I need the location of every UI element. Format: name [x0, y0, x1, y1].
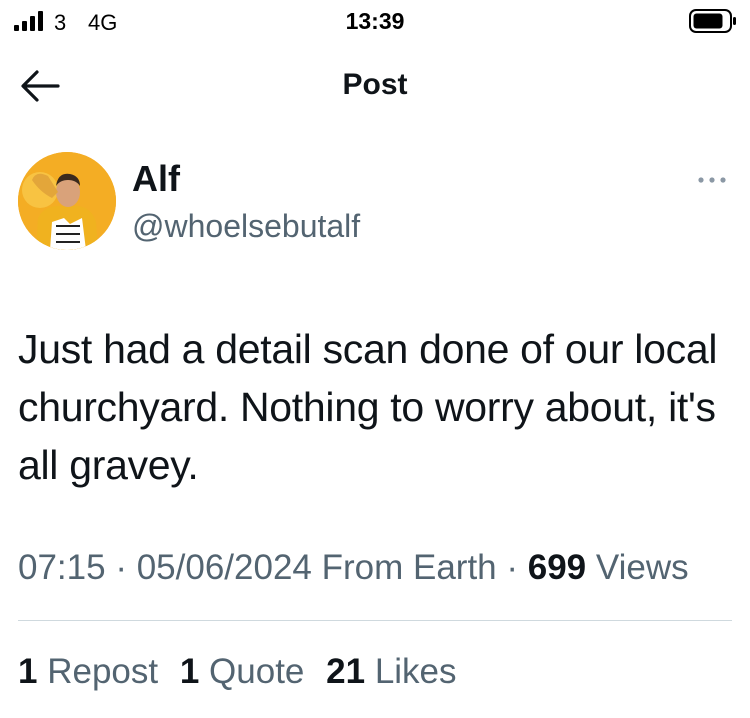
reposts-count: 1 — [18, 652, 38, 691]
reposts-stat[interactable]: 1 Repost — [18, 652, 158, 692]
views-label[interactable]: Views — [586, 548, 689, 587]
reposts-label: Repost — [47, 652, 159, 691]
post-date[interactable]: 05/06/2024 — [137, 548, 312, 587]
likes-stat[interactable]: 21 Likes — [326, 652, 456, 692]
quotes-label: Quote — [209, 652, 305, 691]
divider — [18, 620, 732, 621]
post-time[interactable]: 07:15 — [18, 548, 106, 587]
meta-separator: · — [105, 548, 137, 587]
more-options-icon[interactable] — [694, 168, 730, 192]
nav-bar: Post — [0, 54, 750, 116]
quotes-stat[interactable]: 1 Quote — [180, 652, 305, 692]
post-meta: 07:15 · 05/06/2024 From Earth · 699 View… — [18, 546, 718, 590]
author-handle[interactable]: @whoelsebutalf — [132, 208, 360, 245]
post-source: From Earth — [311, 548, 497, 587]
avatar-photo — [18, 152, 116, 250]
likes-label: Likes — [374, 652, 457, 691]
page-title: Post — [342, 68, 408, 101]
engagement-stats: 1 Repost 1 Quote 21 Likes — [18, 652, 469, 692]
meta-separator: · — [496, 548, 528, 587]
post-screen: 3 4G 13:39 Post Alf @whoelsebutalf Just … — [0, 0, 750, 718]
status-bar: 3 4G 13:39 — [0, 0, 750, 44]
views-count[interactable]: 699 — [528, 548, 586, 587]
battery-icon — [689, 9, 736, 33]
quotes-count: 1 — [179, 652, 200, 691]
avatar[interactable] — [18, 152, 116, 250]
author-display-name[interactable]: Alf — [132, 158, 180, 200]
likes-count: 21 — [326, 652, 366, 691]
post-text: Just had a detail scan done of our local… — [18, 326, 718, 488]
status-time: 13:39 — [345, 8, 405, 34]
